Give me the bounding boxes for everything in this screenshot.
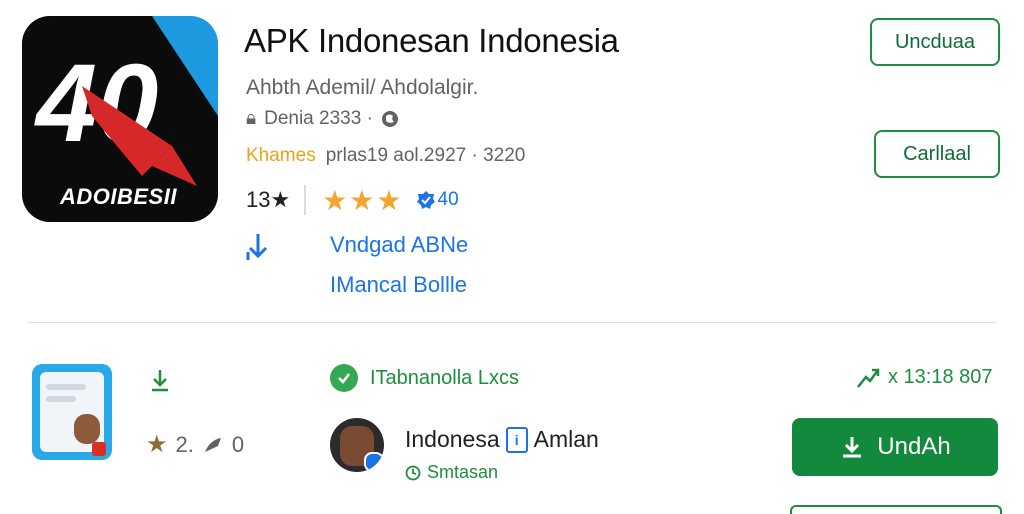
rating-stars: ★★★	[322, 184, 404, 216]
rating-divider	[304, 185, 307, 215]
share-arrow-icon	[204, 437, 221, 452]
thumbnail-person	[74, 414, 100, 444]
stat-value: 2.	[175, 431, 194, 457]
download-arrow-icon	[246, 234, 268, 260]
meta-row: 🔒︎ Denia 2333 ·	[246, 108, 399, 130]
feature-label[interactable]: ITabnanolla Lxcs	[330, 364, 519, 392]
stat-suffix: 0	[231, 431, 245, 457]
rating-row: 13★ ★★★ 40	[246, 183, 459, 217]
verified-badge: 40	[416, 189, 459, 211]
download-outline-button[interactable]: Uncduaa	[870, 18, 1000, 66]
thumbnail-bar	[46, 384, 86, 390]
verified-badge-icon	[416, 191, 435, 209]
feature-text: ITabnanolla Lxcs	[370, 366, 519, 389]
app-title: APK Indonesan Indonesia	[244, 22, 619, 59]
download-icon	[843, 437, 862, 458]
developer-name[interactable]: Ahbth Ademil/ Ahdolalgir.	[246, 76, 478, 100]
trend-stat: x 13:18 807	[856, 366, 993, 389]
avatar-status-dot	[364, 452, 384, 472]
thumbnail-bar	[46, 396, 76, 402]
author-subtitle-text: Smtasan	[427, 462, 499, 482]
cancel-outline-button[interactable]: Carllaal	[874, 130, 1000, 178]
secondary-button-edge[interactable]	[790, 505, 1002, 514]
version-tag: Khames	[246, 145, 316, 166]
rating-value: 13★	[246, 187, 291, 212]
screenshot-thumbnail[interactable]	[32, 364, 112, 460]
lock-icon: 🔒︎	[246, 108, 257, 129]
download-small-icon[interactable]	[148, 368, 172, 394]
trend-arrow-icon	[857, 368, 880, 388]
author-name-row[interactable]: Indonesa i Amlan	[405, 426, 599, 453]
clock-icon	[405, 465, 421, 480]
info-link-secondary[interactable]: IMancal Bollle	[330, 272, 467, 298]
app-icon: 40 ADOIBESII	[22, 16, 218, 222]
star-icon: ★	[146, 431, 168, 458]
version-text: prlas19 aol.2927 · 3220	[325, 145, 526, 166]
thumbnail-badge	[92, 442, 106, 456]
feature-icon	[330, 364, 358, 392]
meta-text: Denia 2333 ·	[264, 108, 373, 129]
section-divider	[28, 322, 996, 323]
author-avatar[interactable]	[330, 418, 384, 472]
stat-row: ★ 2. 0	[146, 430, 244, 459]
globe-icon	[381, 111, 398, 127]
info-icon: i	[505, 426, 528, 453]
version-row: Khames prlas19 aol.2927 · 3220	[246, 145, 525, 167]
install-button[interactable]: UndAh	[792, 418, 998, 476]
badge-count: 40	[437, 189, 459, 210]
install-button-label: UndAh	[877, 433, 951, 460]
author-suffix: Amlan	[533, 426, 599, 452]
app-brand-text: ADOIBESII	[60, 184, 177, 209]
author-name: Indonesa	[405, 426, 500, 452]
trend-stat-text: x 13:18 807	[888, 366, 993, 388]
info-link-primary[interactable]: Vndgad ABNe	[330, 232, 468, 258]
author-subtitle: Smtasan	[405, 462, 498, 483]
